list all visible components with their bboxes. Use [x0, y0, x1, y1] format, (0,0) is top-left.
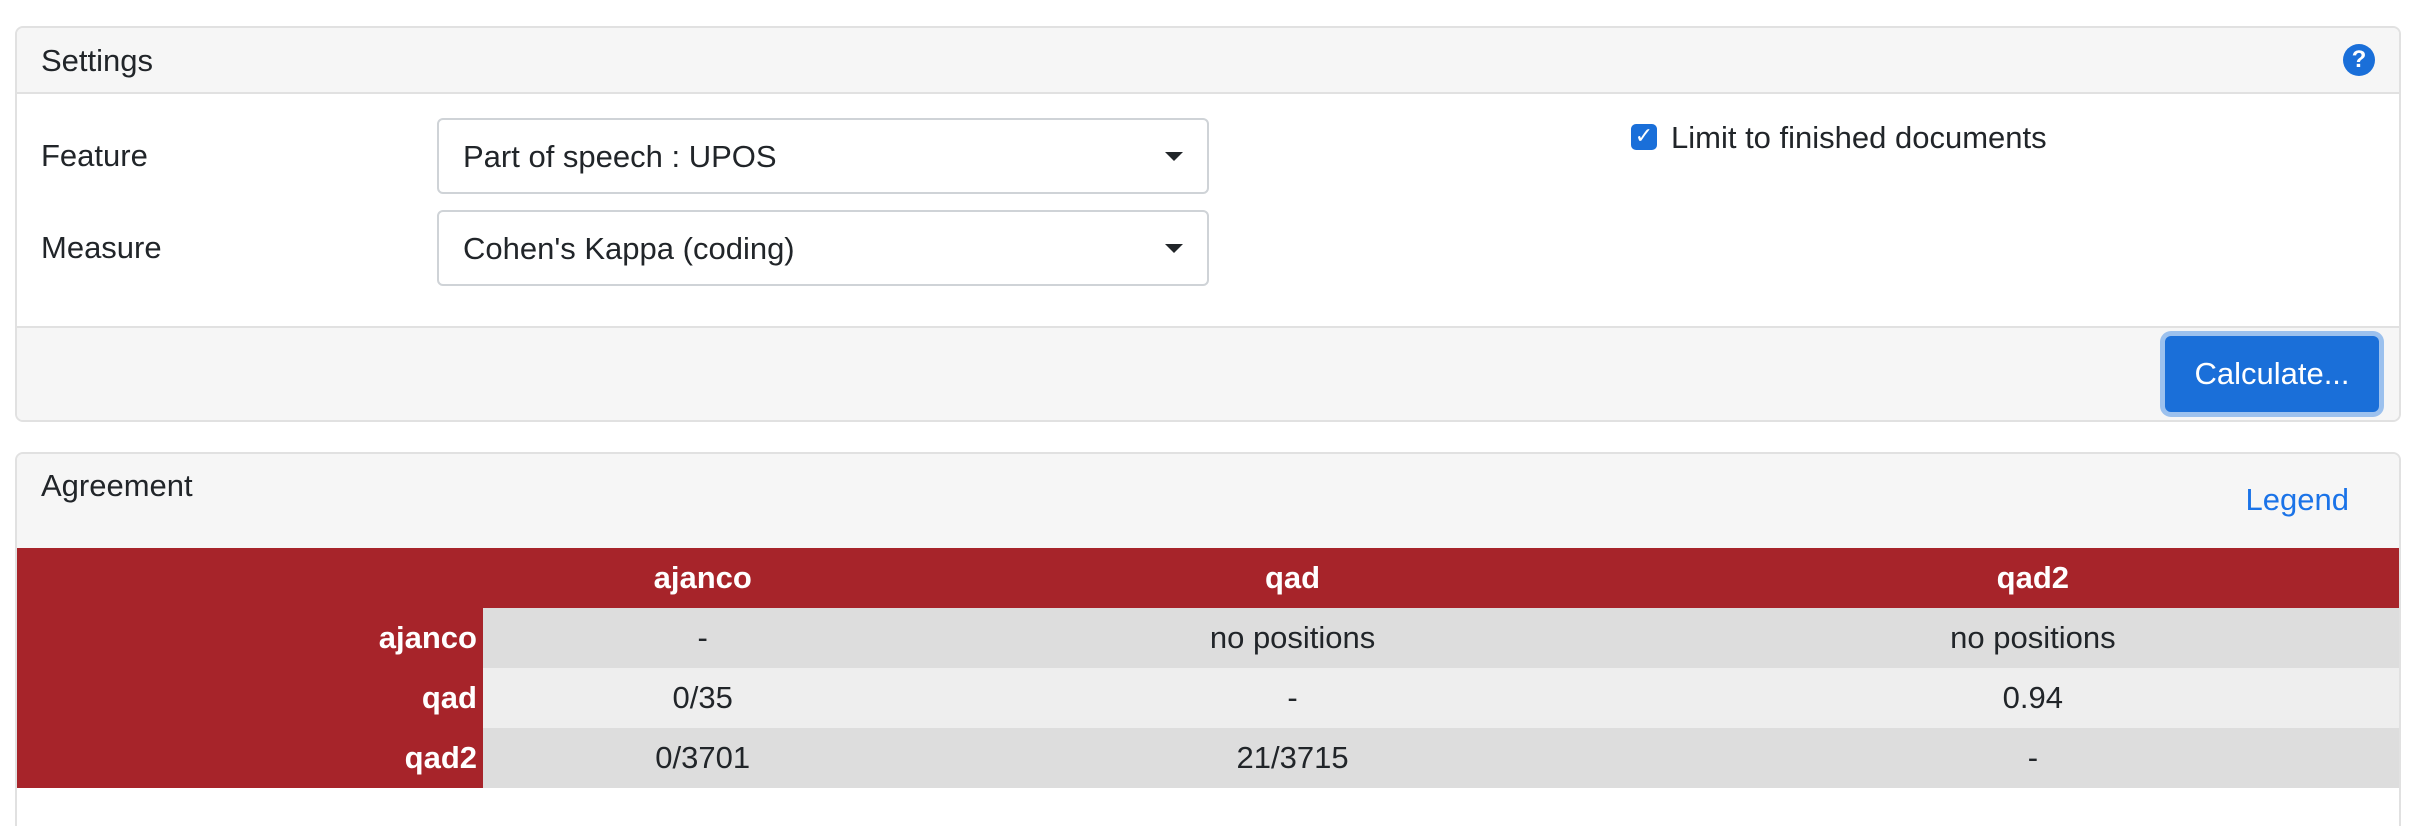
- agreement-title: Agreement: [41, 468, 193, 503]
- settings-header: Settings ?: [17, 28, 2399, 94]
- measure-select-value: Cohen's Kappa (coding): [463, 231, 795, 266]
- measure-label: Measure: [41, 230, 162, 265]
- matrix-corner: [17, 548, 483, 608]
- settings-body: Feature Part of speech : UPOS Measure Co…: [17, 94, 2399, 326]
- settings-footer: Calculate...: [17, 326, 2399, 420]
- row-header: qad2: [17, 728, 483, 788]
- matrix-cell[interactable]: no positions: [922, 608, 1663, 668]
- matrix-cell[interactable]: 0/35: [483, 668, 923, 728]
- feature-select[interactable]: Part of speech : UPOS: [437, 118, 1209, 194]
- matrix-row: ajanco - no positions no positions: [17, 608, 2399, 668]
- limit-finished-label[interactable]: Limit to finished documents: [1671, 120, 2047, 156]
- matrix-cell[interactable]: -: [483, 608, 923, 668]
- legend-link[interactable]: Legend: [2246, 482, 2349, 518]
- matrix-cell[interactable]: 0.94: [1662, 668, 2399, 728]
- agreement-matrix: ajanco qad qad2 ajanco - no positions no…: [17, 548, 2399, 788]
- matrix-cell[interactable]: 21/3715: [922, 728, 1663, 788]
- matrix-cell[interactable]: no positions: [1662, 608, 2399, 668]
- chevron-down-icon: [1165, 244, 1183, 253]
- matrix-cell[interactable]: -: [922, 668, 1663, 728]
- agreement-header: Agreement Legend: [17, 454, 2399, 548]
- feature-label: Feature: [41, 138, 148, 173]
- chevron-down-icon: [1165, 152, 1183, 161]
- matrix-header-row: ajanco qad qad2: [17, 548, 2399, 608]
- feature-select-value: Part of speech : UPOS: [463, 139, 777, 174]
- matrix-cell[interactable]: -: [1662, 728, 2399, 788]
- agreement-panel: Agreement Legend ajanco qad qad2 ajanco …: [15, 452, 2401, 826]
- limit-finished-checkbox[interactable]: ✓: [1631, 124, 1657, 150]
- column-header: qad: [922, 548, 1663, 608]
- settings-title: Settings: [41, 43, 154, 78]
- column-header: qad2: [1662, 548, 2399, 608]
- matrix-row: qad2 0/3701 21/3715 -: [17, 728, 2399, 788]
- settings-panel: Settings ? Feature Part of speech : UPOS…: [15, 26, 2401, 422]
- help-icon[interactable]: ?: [2343, 44, 2375, 76]
- row-header: ajanco: [17, 608, 483, 668]
- matrix-row: qad 0/35 - 0.94: [17, 668, 2399, 728]
- calculate-button[interactable]: Calculate...: [2165, 336, 2379, 412]
- row-header: qad: [17, 668, 483, 728]
- matrix-cell[interactable]: 0/3701: [483, 728, 923, 788]
- column-header: ajanco: [483, 548, 923, 608]
- measure-select[interactable]: Cohen's Kappa (coding): [437, 210, 1209, 286]
